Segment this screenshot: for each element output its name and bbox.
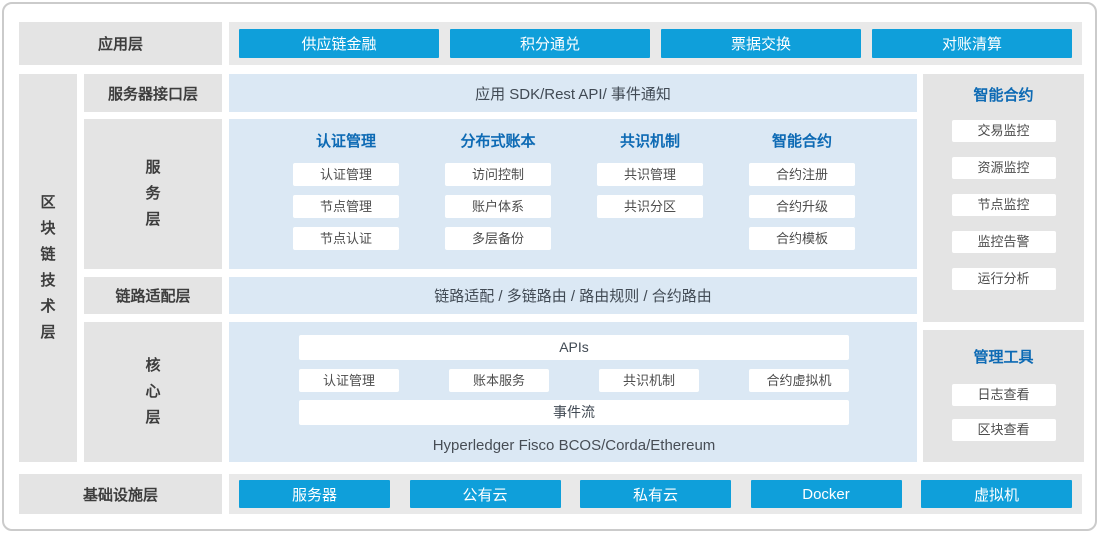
interface-layer-content: 应用 SDK/Rest API/ 事件通知	[229, 74, 917, 112]
core-module: 认证管理	[299, 369, 399, 392]
service-item: 访问控制	[445, 163, 551, 186]
tools-panel-header: 管理工具	[973, 349, 1033, 367]
infra-button-docker: Docker	[751, 480, 902, 508]
service-item: 共识分区	[597, 195, 703, 218]
infra-button-server: 服务器	[239, 480, 390, 508]
infra-button-vm: 虚拟机	[921, 480, 1072, 508]
app-layer-label: 应用层	[19, 22, 222, 65]
tools-panel: 管理工具 日志查看 区块查看	[923, 330, 1084, 462]
service-item: 认证管理	[293, 163, 399, 186]
service-column-header: 智能合约	[772, 133, 832, 151]
app-button-reconciliation: 对账清算	[872, 29, 1072, 58]
tools-item: 日志查看	[952, 384, 1056, 406]
interface-layer-label-text: 服务器接口层	[108, 83, 198, 104]
monitor-item: 运行分析	[952, 268, 1056, 290]
link-layer-content-text: 链路适配 / 多链路由 / 路由规则 / 合约路由	[434, 285, 712, 306]
architecture-diagram: 应用层 供应链金融 积分通兑 票据交换 对账清算 区块链技术层 服务器接口层 服…	[2, 2, 1097, 531]
service-column-consensus: 共识机制 共识管理 共识分区	[597, 133, 703, 269]
service-item: 合约升级	[749, 195, 855, 218]
link-layer-label: 链路适配层	[84, 277, 222, 314]
service-item: 共识管理	[597, 163, 703, 186]
service-column-auth: 认证管理 认证管理 节点管理 节点认证	[293, 133, 399, 269]
monitor-item: 交易监控	[952, 120, 1056, 142]
core-layer-panel: APIs 认证管理 账本服务 共识机制 合约虚拟机 事件流 Hyperledge…	[229, 322, 917, 462]
platforms-text: Hyperledger Fisco BCOS/Corda/Ethereum	[299, 437, 849, 454]
monitor-item: 监控告警	[952, 231, 1056, 253]
blockchain-layer-label: 区块链技术层	[19, 74, 77, 462]
app-button-bill-exchange: 票据交换	[661, 29, 861, 58]
link-layer-content: 链路适配 / 多链路由 / 路由规则 / 合约路由	[229, 277, 917, 314]
service-layer-label: 服务层	[84, 119, 222, 269]
app-layer-strip: 供应链金融 积分通兑 票据交换 对账清算	[229, 22, 1082, 65]
service-item: 节点认证	[293, 227, 399, 250]
monitor-panel: 智能合约 交易监控 资源监控 节点监控 监控告警 运行分析	[923, 74, 1084, 322]
service-column-header: 分布式账本	[460, 133, 535, 151]
blockchain-layer-label-text: 区块链技术层	[40, 190, 57, 346]
monitor-item: 资源监控	[952, 157, 1056, 179]
service-layer-label-text: 服务层	[145, 155, 162, 233]
service-item: 合约注册	[749, 163, 855, 186]
core-layer-label: 核心层	[84, 322, 222, 462]
infra-button-public-cloud: 公有云	[410, 480, 561, 508]
link-layer-label-text: 链路适配层	[115, 285, 190, 306]
interface-layer-content-text: 应用 SDK/Rest API/ 事件通知	[475, 83, 671, 104]
monitor-item: 节点监控	[952, 194, 1056, 216]
tools-item: 区块查看	[952, 419, 1056, 441]
interface-layer-label: 服务器接口层	[84, 74, 222, 112]
app-layer-label-text: 应用层	[98, 33, 143, 54]
service-item: 合约模板	[749, 227, 855, 250]
service-item: 节点管理	[293, 195, 399, 218]
infra-button-private-cloud: 私有云	[580, 480, 731, 508]
core-module: 账本服务	[449, 369, 549, 392]
monitor-panel-header: 智能合约	[973, 87, 1033, 105]
app-button-supply-chain-finance: 供应链金融	[239, 29, 439, 58]
event-stream-bar: 事件流	[299, 400, 849, 425]
service-item: 多层备份	[445, 227, 551, 250]
apis-bar: APIs	[299, 335, 849, 360]
infra-layer-strip: 服务器 公有云 私有云 Docker 虚拟机	[229, 474, 1082, 514]
infra-layer-label: 基础设施层	[19, 474, 222, 514]
core-layer-label-text: 核心层	[145, 353, 162, 431]
service-column-smart-contract: 智能合约 合约注册 合约升级 合约模板	[749, 133, 855, 269]
service-column-ledger: 分布式账本 访问控制 账户体系 多层备份	[445, 133, 551, 269]
core-module: 共识机制	[599, 369, 699, 392]
service-column-header: 认证管理	[316, 133, 376, 151]
core-module: 合约虚拟机	[749, 369, 849, 392]
service-column-header: 共识机制	[620, 133, 680, 151]
core-modules-row: 认证管理 账本服务 共识机制 合约虚拟机	[299, 369, 849, 392]
service-item: 账户体系	[445, 195, 551, 218]
service-layer-panel: 认证管理 认证管理 节点管理 节点认证 分布式账本 访问控制 账户体系 多层备份…	[229, 119, 917, 269]
infra-layer-label-text: 基础设施层	[83, 484, 158, 505]
app-button-points-exchange: 积分通兑	[450, 29, 650, 58]
